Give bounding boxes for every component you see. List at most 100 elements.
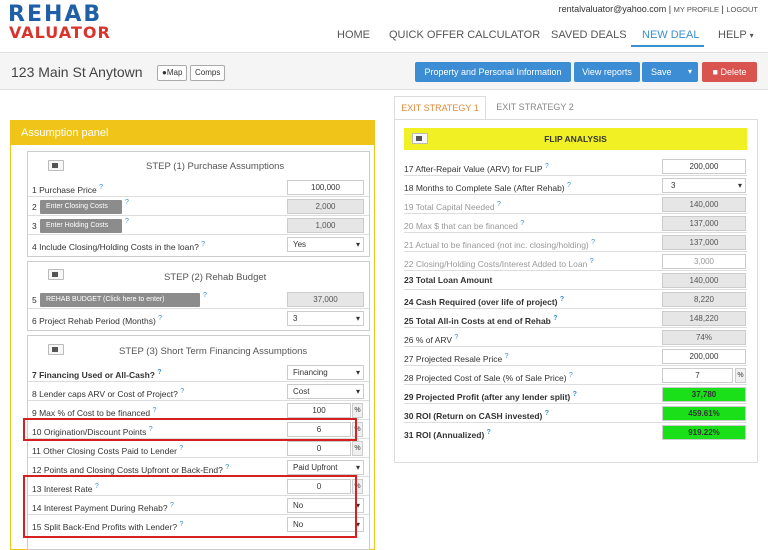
exit-strategy-panel: EXIT STRATEGY 1 EXIT STRATEGY 2 FLIP ANA…	[394, 96, 758, 464]
flip-row-24: 24 Cash Required (over life of project) …	[404, 290, 747, 309]
delete-label: Delete	[720, 67, 747, 77]
map-button[interactable]: ●Map	[157, 65, 188, 81]
resale-price-input[interactable]: 200,000	[662, 349, 746, 364]
row-2: 2 Enter Closing Costs ? 2,000	[28, 198, 369, 216]
tab-exit-strategy-2[interactable]: EXIT STRATEGY 2	[490, 96, 580, 120]
row-5: 5 REHAB BUDGET (Click here to enter) ? 3…	[28, 291, 369, 309]
delete-button[interactable]: ■ Delete	[702, 62, 757, 82]
flip-row-30: 30 ROI (Return on CASH invested) ? 459.6…	[404, 404, 747, 423]
costs-added-value: 3,000	[662, 254, 746, 269]
flip-analysis-header: FLIP ANALYSIS	[404, 128, 747, 150]
other-closing-costs-input[interactable]: 0	[287, 441, 351, 456]
row-6-label: 6 Project Rehab Period (Months) ?	[32, 315, 163, 326]
all-in-costs-value: 148,220	[662, 311, 746, 326]
row-1-label: 1 Purchase Price ?	[32, 184, 104, 195]
roi-annualized-value: 919.22%	[662, 425, 746, 440]
cost-of-sale-input[interactable]: 7	[662, 368, 733, 383]
highlight-box-interest	[23, 475, 357, 538]
row-3-num: 3	[32, 221, 37, 231]
flip-row-31: 31 ROI (Annualized) ? 919.22%	[404, 423, 747, 442]
projected-profit-value: 37,780	[662, 387, 746, 402]
video-camera-icon[interactable]	[48, 269, 64, 280]
video-camera-icon[interactable]	[48, 344, 64, 355]
flip-row-23-label: 23 Total Loan Amount	[404, 275, 493, 285]
caret-down-icon: ▾	[737, 181, 742, 190]
flip-analysis-frame: FLIP ANALYSIS 17 After-Repair Value (ARV…	[394, 119, 758, 463]
flip-row-22: 22 Closing/Holding Costs/Interest Added …	[404, 252, 747, 271]
logo-line2[interactable]: VALUATOR	[9, 23, 111, 42]
row-7: 7 Financing Used or All-Cash? ? Financin…	[28, 364, 369, 382]
flip-row-26-label: 26 % of ARV ?	[404, 334, 459, 345]
arv-input[interactable]: 200,000	[662, 159, 746, 174]
percent-addon: %	[352, 441, 363, 456]
user-email: rentalvaluator@yahoo.com	[558, 4, 667, 14]
points-upfront-select[interactable]: Paid Upfront	[287, 460, 364, 475]
flip-row-20: 20 Max $ that can be financed ? 137,000	[404, 214, 747, 233]
video-camera-icon[interactable]	[412, 133, 428, 144]
rehab-budget-button[interactable]: REHAB BUDGET (Click here to enter)	[40, 293, 200, 307]
view-reports-button[interactable]: View reports	[574, 62, 640, 82]
nav-new-deal[interactable]: NEW DEAL	[631, 29, 704, 47]
video-camera-icon[interactable]	[48, 160, 64, 171]
separator: |	[721, 4, 724, 14]
property-info-button[interactable]: Property and Personal Information	[415, 62, 571, 82]
enter-holding-costs-button[interactable]: Enter Holding Costs	[40, 219, 122, 233]
top-bar: REHAB VALUATOR rentalvaluator@yahoo.com …	[0, 0, 768, 52]
flip-row-19-label: 19 Total Capital Needed ?	[404, 201, 501, 212]
row-8-label: 8 Lender caps ARV or Cost of Project? ?	[32, 388, 185, 399]
include-costs-select[interactable]: Yes	[287, 237, 364, 252]
caret-down-icon[interactable]: ▾	[688, 62, 692, 82]
row-4: 4 Include Closing/Holding Costs in the l…	[28, 236, 369, 254]
financing-select[interactable]: Financing	[287, 365, 364, 380]
flip-row-23: 23 Total Loan Amount 140,000	[404, 271, 747, 290]
row-5-num: 5	[32, 295, 37, 305]
purchase-price-input[interactable]: 100,000	[287, 180, 364, 195]
my-profile-link[interactable]: MY PROFILE	[674, 5, 719, 14]
flip-row-25: 25 Total All-in Costs at end of Rehab ? …	[404, 309, 747, 328]
flip-row-20-label: 20 Max $ that can be financed ?	[404, 220, 525, 231]
map-label: Map	[166, 68, 183, 77]
comps-button[interactable]: Comps	[190, 65, 226, 81]
lender-caps-select[interactable]: Cost	[287, 384, 364, 399]
user-line: rentalvaluator@yahoo.com | MY PROFILE | …	[559, 4, 758, 14]
max-financed-value: 137,000	[662, 216, 746, 231]
row-4-label: 4 Include Closing/Holding Costs in the l…	[32, 241, 206, 252]
tab-exit-strategy-1[interactable]: EXIT STRATEGY 1	[394, 96, 486, 120]
months-to-sale-select[interactable]: 3 ▾	[662, 178, 746, 193]
rehab-period-select[interactable]: 3	[287, 311, 364, 326]
row-2-num: 2	[32, 202, 37, 212]
caret-down-icon: ▾	[749, 31, 754, 40]
save-label: Save	[651, 67, 672, 77]
flip-row-21-label: 21 Actual to be financed (not inc. closi…	[404, 239, 596, 250]
highlight-box-origination	[23, 418, 357, 441]
flip-row-21: 21 Actual to be financed (not inc. closi…	[404, 233, 747, 252]
nav-quick-offer-calculator[interactable]: QUICK OFFER CALCULATOR	[389, 29, 540, 41]
save-button[interactable]: Save ▾	[642, 62, 698, 82]
rehab-budget-value: 37,000	[287, 292, 364, 307]
flip-row-27: 27 Projected Resale Price ? 200,000	[404, 347, 747, 366]
nav-home[interactable]: HOME	[337, 29, 370, 41]
flip-row-18: 18 Months to Complete Sale (After Rehab)…	[404, 176, 747, 195]
enter-closing-costs-button[interactable]: Enter Closing Costs	[40, 200, 122, 214]
nav-saved-deals[interactable]: SAVED DEALS	[551, 29, 627, 41]
holding-costs-value: 1,000	[287, 218, 364, 233]
logout-link[interactable]: LOGOUT	[726, 5, 758, 14]
actual-financed-value: 137,000	[662, 235, 746, 250]
flip-row-30-label: 30 ROI (Return on CASH invested) ?	[404, 410, 550, 421]
trash-icon: ■	[712, 67, 718, 77]
row-8: 8 Lender caps ARV or Cost of Project? ? …	[28, 383, 369, 401]
flip-row-17: 17 After-Repair Value (ARV) for FLIP ? 2…	[404, 157, 747, 176]
row-11: 11 Other Closing Costs Paid to Lender ? …	[28, 440, 369, 458]
flip-analysis-title: FLIP ANALYSIS	[544, 134, 607, 144]
nav-help-label: HELP	[718, 29, 747, 41]
nav-help[interactable]: HELP ▾	[718, 29, 754, 41]
flip-row-28-label: 28 Projected Cost of Sale (% of Sale Pri…	[404, 372, 573, 383]
step2-title: STEP (2) Rehab Budget	[164, 272, 267, 283]
row-6: 6 Project Rehab Period (Months) ? 3	[28, 310, 369, 328]
cash-required-value: 8,220	[662, 292, 746, 307]
percent-addon: %	[735, 368, 746, 383]
max-pct-input[interactable]: 100	[287, 403, 351, 418]
pct-of-arv-value: 74%	[662, 330, 746, 345]
flip-row-27-label: 27 Projected Resale Price ?	[404, 353, 509, 364]
roi-value: 459.61%	[662, 406, 746, 421]
